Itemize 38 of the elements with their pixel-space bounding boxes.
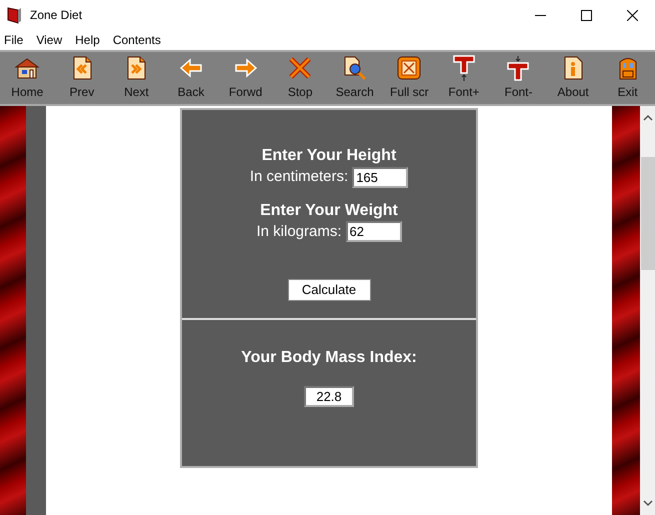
search-icon [342, 55, 368, 81]
window-title: Zone Diet [30, 7, 82, 24]
close-icon [287, 55, 314, 81]
letter-t-up-arrow-icon [450, 55, 477, 81]
toolbar-button[interactable]: Home [0, 52, 55, 104]
toolbar-button[interactable]: Font+ [436, 52, 492, 104]
vertical-scrollbar[interactable] [640, 106, 655, 515]
letter-t-down-arrow-icon [505, 55, 532, 81]
expand-icon [396, 55, 422, 81]
field-label: In kilograms: [256, 222, 342, 242]
input-field[interactable]: 165 [352, 166, 408, 188]
toolbar-button[interactable]: Full scr [382, 52, 437, 104]
scroll-down-icon [642, 499, 652, 507]
toolbar-button[interactable]: Font- [491, 52, 546, 104]
scroll-up-icon [642, 114, 652, 122]
close-icon [626, 10, 638, 20]
app-icon [6, 6, 22, 24]
field-heading: Enter Your Weight [260, 200, 398, 220]
toolbar-button[interactable]: Back [164, 52, 218, 104]
toolbar-button[interactable]: Search [327, 52, 382, 104]
toolbar-button[interactable]: About [546, 52, 600, 104]
toolbar-button[interactable]: Next [109, 52, 164, 104]
toolbar-button[interactable]: Forwd [218, 52, 273, 104]
menu-item[interactable]: View [36, 31, 62, 49]
maximize-icon [580, 10, 592, 20]
result-field[interactable]: 22.8 [304, 386, 354, 407]
menu-item[interactable]: Help [75, 31, 100, 49]
field-heading: Enter Your Height [262, 146, 396, 166]
result-heading: Your Body Mass Index: [241, 348, 417, 368]
field-label: In centimeters: [250, 167, 348, 187]
input-field[interactable]: 62 [346, 221, 402, 242]
toolbar-button[interactable]: Stop [272, 52, 328, 104]
menu-item[interactable]: File [4, 31, 24, 49]
toolbar-button[interactable]: Exit [600, 52, 655, 104]
scrollbar-thumb[interactable] [640, 157, 654, 270]
menu-item[interactable]: Contents [112, 31, 161, 49]
toolbar-button[interactable]: Prev [54, 52, 110, 104]
calculate-button[interactable]: Calculate [288, 279, 370, 301]
